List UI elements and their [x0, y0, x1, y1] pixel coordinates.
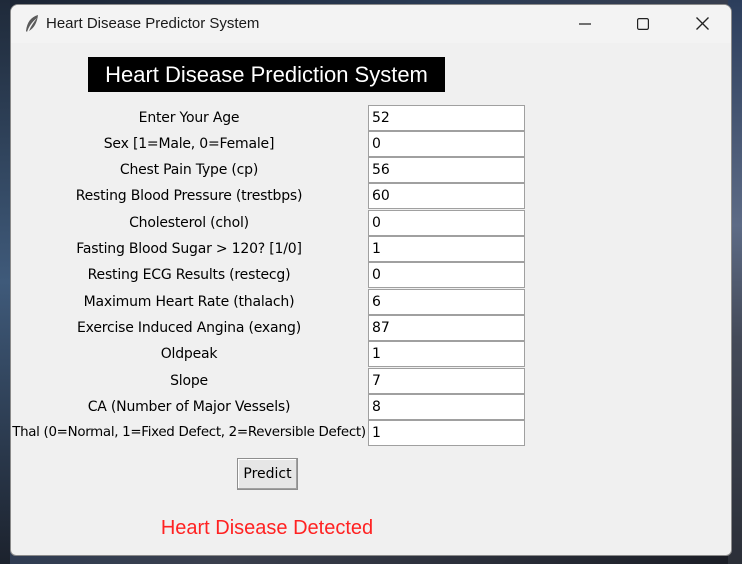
form-row-thalach: Maximum Heart Rate (thalach) [11, 289, 731, 315]
form-row-chol: Cholesterol (chol) [11, 210, 731, 236]
predict-button[interactable]: Predict [237, 458, 298, 490]
cholesterol-input[interactable] [368, 210, 525, 236]
age-input[interactable] [368, 105, 525, 131]
oldpeak-label: Oldpeak [160, 346, 218, 362]
resting-bp-input[interactable] [368, 183, 525, 209]
app-window: Heart Disease Predictor System Heart Dis… [10, 4, 732, 556]
major-vessels-input[interactable] [368, 394, 525, 420]
form-row-restecg: Resting ECG Results (restecg) [11, 262, 731, 288]
form-row-ca: CA (Number of Major Vessels) [11, 394, 731, 420]
fasting-blood-sugar-input[interactable] [368, 236, 525, 262]
feather-icon [23, 14, 41, 34]
form-row-trestbps: Resting Blood Pressure (trestbps) [11, 183, 731, 209]
slope-input[interactable] [368, 368, 525, 394]
form-row-cp: Chest Pain Type (cp) [11, 157, 731, 183]
slope-label: Slope [170, 373, 208, 389]
form-row-exang: Exercise Induced Angina (exang) [11, 315, 731, 341]
thal-label: Thal (0=Normal, 1=Fixed Defect, 2=Revers… [12, 425, 366, 440]
form-row-oldpeak: Oldpeak [11, 341, 731, 367]
resting-ecg-label: Resting ECG Results (restecg) [87, 267, 291, 283]
minimize-button[interactable] [556, 5, 614, 43]
exercise-angina-input[interactable] [368, 315, 525, 341]
maximize-icon [637, 15, 650, 34]
sex-label: Sex [1=Male, 0=Female] [103, 136, 275, 152]
prediction-result: Heart Disease Detected [160, 517, 374, 539]
title-bar[interactable]: Heart Disease Predictor System [11, 5, 731, 43]
form-row-sex: Sex [1=Male, 0=Female] [11, 131, 731, 157]
resting-ecg-input[interactable] [368, 262, 525, 288]
page-title: Heart Disease Prediction System [88, 57, 445, 92]
age-label: Enter Your Age [138, 110, 240, 126]
major-vessels-label: CA (Number of Major Vessels) [87, 399, 291, 415]
exercise-angina-label: Exercise Induced Angina (exang) [77, 320, 301, 336]
chest-pain-input[interactable] [368, 157, 525, 183]
form-row-age: Enter Your Age [11, 105, 731, 131]
desktop-background-left [0, 0, 10, 564]
max-heart-rate-input[interactable] [368, 289, 525, 315]
form-row-fbs: Fasting Blood Sugar > 120? [1/0] [11, 236, 731, 262]
resting-bp-label: Resting Blood Pressure (trestbps) [75, 188, 303, 204]
fasting-blood-sugar-label: Fasting Blood Sugar > 120? [1/0] [76, 241, 302, 257]
max-heart-rate-label: Maximum Heart Rate (thalach) [83, 294, 295, 310]
oldpeak-input[interactable] [368, 341, 525, 367]
minimize-icon [579, 15, 591, 34]
close-icon [695, 15, 709, 34]
sex-input[interactable] [368, 131, 525, 157]
window-title: Heart Disease Predictor System [46, 15, 260, 32]
form-row-slope: Slope [11, 368, 731, 394]
cholesterol-label: Cholesterol (chol) [129, 215, 249, 231]
close-button[interactable] [673, 5, 731, 43]
thal-input[interactable] [368, 420, 525, 446]
maximize-button[interactable] [614, 5, 672, 43]
chest-pain-label: Chest Pain Type (cp) [119, 162, 259, 178]
form-row-thal: Thal (0=Normal, 1=Fixed Defect, 2=Revers… [11, 420, 731, 446]
